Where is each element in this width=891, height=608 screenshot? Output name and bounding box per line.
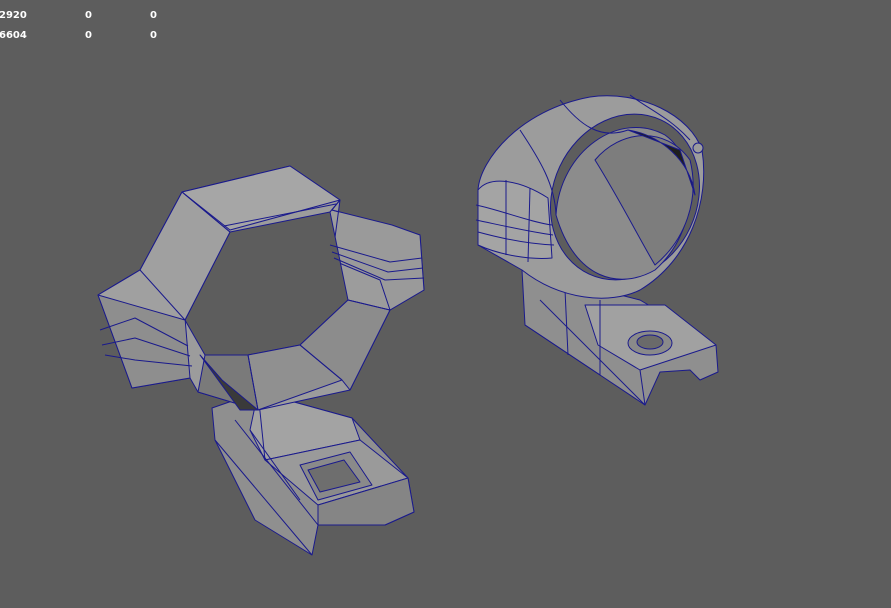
round-scope-ring[interactable] (475, 90, 726, 406)
hexagonal-scope-mount[interactable] (97, 165, 425, 556)
3d-viewport[interactable] (0, 0, 891, 608)
